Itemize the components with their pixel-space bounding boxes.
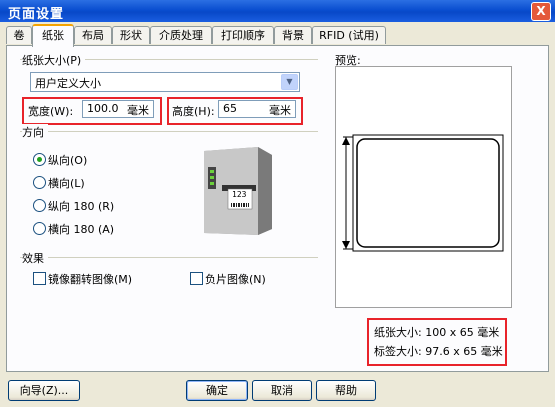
label-size-info: 标签大小: 97.6 x 65 毫米 <box>374 345 503 358</box>
width-label: 宽度(W): <box>28 105 74 118</box>
orientation-landscape-180-radio[interactable] <box>33 222 46 235</box>
orientation-portrait-180-label[interactable]: 纵向 180 (R) <box>48 198 114 214</box>
ok-button[interactable]: 确定 <box>186 380 248 401</box>
tab-print-order[interactable]: 打印顺序 <box>212 26 274 44</box>
tab-rfid[interactable]: RFID (试用) <box>312 26 386 44</box>
paper-size-info: 纸张大小: 100 x 65 毫米 <box>374 326 500 339</box>
tab-media-handling[interactable]: 介质处理 <box>150 26 212 44</box>
paper-size-group-label: 纸张大小(P) <box>22 52 86 68</box>
orientation-portrait-label[interactable]: 纵向(O) <box>48 152 87 168</box>
orientation-group-line <box>20 131 318 132</box>
title-bar: 页面设置 X <box>0 0 555 22</box>
orientation-portrait-180-radio[interactable] <box>33 199 46 212</box>
orientation-group-label: 方向 <box>22 124 48 140</box>
wizard-button[interactable]: 向导(Z)... <box>8 380 80 401</box>
effects-group-label: 效果 <box>22 250 48 266</box>
height-unit: 毫米 <box>269 104 291 117</box>
tab-background[interactable]: 背景 <box>274 26 312 44</box>
mirror-image-label[interactable]: 镜像翻转图像(M) <box>48 271 132 287</box>
width-value: 100.0 <box>87 102 119 115</box>
tab-paper[interactable]: 纸张 <box>32 24 74 47</box>
paper-size-value: 用户定义大小 <box>35 77 101 90</box>
chevron-down-icon[interactable]: ▼ <box>281 74 298 90</box>
height-field[interactable]: 65 毫米 <box>218 100 296 118</box>
tab-roll[interactable]: 卷 <box>6 26 32 44</box>
preview-diagram <box>342 134 504 252</box>
orientation-landscape-label[interactable]: 横向(L) <box>48 175 85 191</box>
negative-image-label[interactable]: 负片图像(N) <box>205 271 266 287</box>
printer-label-text: 123 <box>232 190 247 199</box>
paper-size-select[interactable]: 用户定义大小 ▼ <box>30 72 300 92</box>
height-value: 65 <box>223 102 237 115</box>
tab-shape[interactable]: 形状 <box>112 26 150 44</box>
mirror-image-checkbox[interactable] <box>33 272 46 285</box>
printer-icon: 123 <box>198 145 276 237</box>
preview-area <box>335 66 512 308</box>
effects-group-line <box>20 257 318 258</box>
help-button[interactable]: 帮助 <box>316 380 376 401</box>
tab-layout[interactable]: 布局 <box>74 26 112 44</box>
negative-image-checkbox[interactable] <box>190 272 203 285</box>
height-label: 高度(H): <box>172 105 215 118</box>
cancel-button[interactable]: 取消 <box>252 380 312 401</box>
orientation-portrait-radio[interactable] <box>33 153 46 166</box>
orientation-landscape-radio[interactable] <box>33 176 46 189</box>
width-field[interactable]: 100.0 毫米 <box>82 100 154 118</box>
dialog-title: 页面设置 <box>8 7 65 22</box>
close-button[interactable]: X <box>531 2 551 21</box>
orientation-landscape-180-label[interactable]: 横向 180 (A) <box>48 221 114 237</box>
width-unit: 毫米 <box>127 104 149 117</box>
